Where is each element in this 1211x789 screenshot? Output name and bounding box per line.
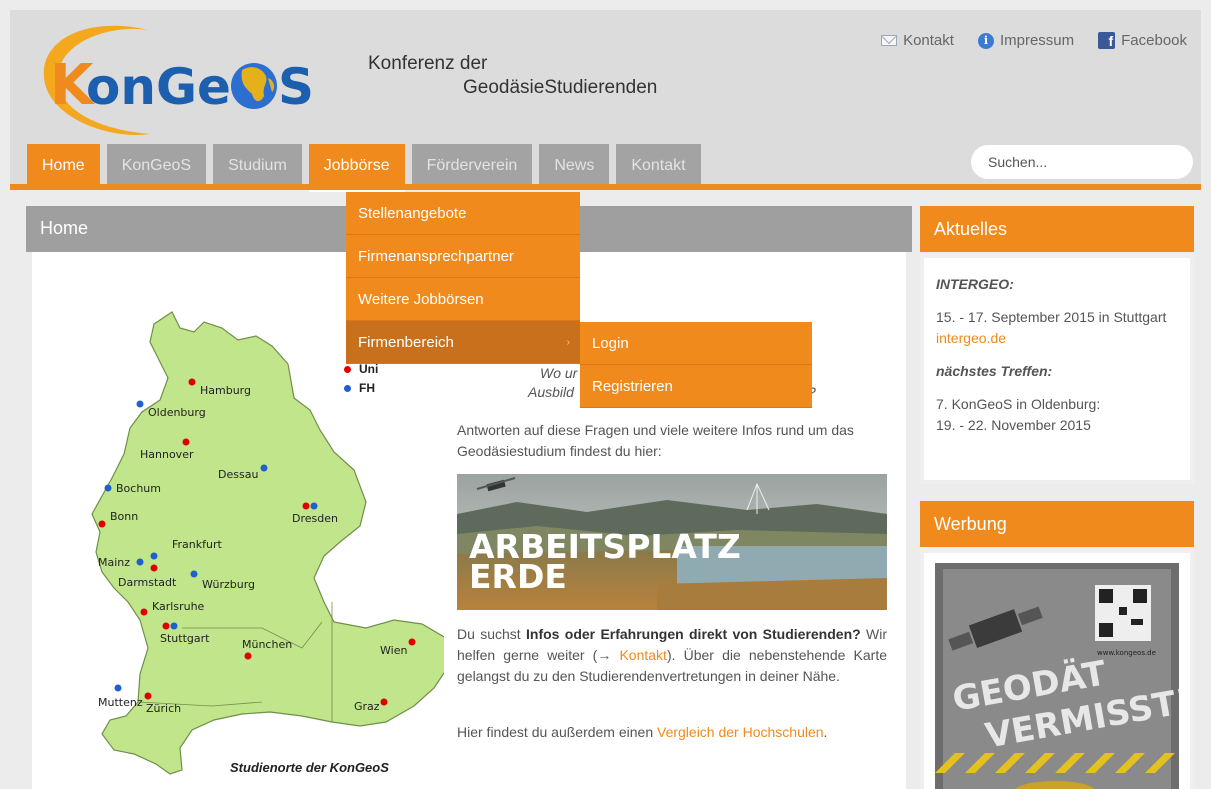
nav-item-news[interactable]: News bbox=[539, 144, 610, 188]
map-label-karlsruhe: Karlsruhe bbox=[152, 600, 205, 613]
nav-item-foerderverein[interactable]: Förderverein bbox=[411, 144, 533, 188]
intergeo-link[interactable]: intergeo.de bbox=[936, 328, 1178, 349]
map-dot-dresden-fh bbox=[310, 502, 318, 510]
map-dot-wien bbox=[408, 638, 416, 646]
map-label-wuerzburg: Würzburg bbox=[202, 578, 255, 591]
news-widget-title: Aktuelles bbox=[920, 206, 1194, 252]
dropdown-item-weitere-jobboersen[interactable]: Weitere Jobbörsen bbox=[346, 278, 580, 321]
ad-widget-title: Werbung bbox=[920, 501, 1194, 547]
map-dot-karlsruhe bbox=[140, 608, 148, 616]
contact-link[interactable]: Kontakt bbox=[619, 647, 666, 663]
map-label-dresden: Dresden bbox=[292, 512, 338, 525]
mail-icon bbox=[881, 35, 898, 46]
top-link-contact[interactable]: Kontakt bbox=[881, 32, 954, 49]
legend-fh: FH bbox=[344, 379, 378, 398]
map-dot-muttenz bbox=[114, 684, 122, 692]
map-dot-mainz bbox=[136, 558, 144, 566]
compare-text: Hier findest du außerdem einen Vergleich… bbox=[457, 724, 828, 740]
nav-item-studium[interactable]: Studium bbox=[213, 144, 302, 188]
dropdown-item-stellenangebote[interactable]: Stellenangebote bbox=[346, 192, 580, 235]
map-dot-bochum bbox=[104, 484, 112, 492]
dropdown-item-firmenbereich[interactable]: Firmenbereich › bbox=[346, 321, 580, 364]
map-label-bonn: Bonn bbox=[110, 510, 138, 523]
map-dot-hamburg bbox=[188, 378, 196, 386]
kongeos-logo[interactable]: K onGe S bbox=[30, 18, 330, 138]
top-link-facebook[interactable]: f Facebook bbox=[1098, 32, 1187, 49]
tagline: Konferenz der GeodäsieStudierenden bbox=[368, 52, 657, 100]
nav-item-home[interactable]: Home bbox=[27, 144, 100, 188]
map-legend: Uni FH bbox=[344, 360, 378, 398]
arbeitsplatz-erde-banner[interactable]: ARBEITSPLATZ ERDE bbox=[457, 474, 887, 610]
map-dot-bonn bbox=[98, 520, 106, 528]
geodaet-vermisst-ad[interactable]: www.kongeos.de GEODÄT VERMISST! bbox=[935, 563, 1179, 789]
map-label-hamburg: Hamburg bbox=[200, 384, 251, 397]
event-text-next-meeting-1: 7. KonGeoS in Oldenburg: bbox=[936, 396, 1101, 412]
top-links: Kontakt i Impressum f Facebook bbox=[881, 32, 1187, 49]
event-title-next-meeting: nächstes Treffen: bbox=[936, 363, 1053, 379]
event-title-intergeo: INTERGEO: bbox=[936, 276, 1014, 292]
map-label-dessau: Dessau bbox=[218, 468, 258, 481]
info-icon: i bbox=[977, 32, 994, 49]
map-dot-stuttgart-fh bbox=[170, 622, 178, 630]
dropdown-item-firmenbereich-label: Firmenbereich bbox=[358, 334, 454, 351]
ad-url: www.kongeos.de bbox=[1097, 649, 1156, 657]
search-input[interactable] bbox=[971, 145, 1193, 179]
nav-item-kongeos[interactable]: KonGeoS bbox=[106, 144, 207, 188]
map-dot-stuttgart-uni bbox=[162, 622, 170, 630]
map-dot-dresden-uni bbox=[302, 502, 310, 510]
top-link-facebook-label: Facebook bbox=[1121, 32, 1187, 49]
jobboerse-dropdown: Stellenangebote Firmenansprechpartner We… bbox=[346, 192, 580, 364]
map-label-wien: Wien bbox=[380, 644, 407, 657]
nav-underline bbox=[10, 184, 1201, 190]
map-dot-oldenburg bbox=[136, 400, 144, 408]
map-label-mainz: Mainz bbox=[98, 556, 130, 569]
tagline-line-2: GeodäsieStudierenden bbox=[463, 77, 658, 98]
firmenbereich-submenu: Login Registrieren bbox=[580, 322, 812, 408]
tagline-line-1: Konferenz der bbox=[368, 53, 488, 74]
news-widget: INTERGEO: 15. - 17. September 2015 in St… bbox=[920, 254, 1194, 484]
map-label-darmstadt: Darmstadt bbox=[118, 576, 177, 589]
study-locations-map[interactable]: Hamburg Oldenburg Hannover Dessau Bochum… bbox=[62, 302, 444, 778]
map-label-bochum: Bochum bbox=[116, 482, 161, 495]
map-label-graz: Graz bbox=[354, 700, 380, 713]
description-text: Du suchst Infos oder Erfahrungen direkt … bbox=[457, 626, 887, 684]
map-label-hannover: Hannover bbox=[140, 448, 194, 461]
top-link-contact-label: Kontakt bbox=[903, 32, 954, 49]
event-text-next-meeting-2: 19. - 22. November 2015 bbox=[936, 417, 1091, 433]
map-dot-graz bbox=[380, 698, 388, 706]
svg-text:onGe: onGe bbox=[86, 58, 231, 116]
map-label-muenchen: München bbox=[242, 638, 292, 651]
map-dot-zuerich bbox=[144, 692, 152, 700]
top-link-imprint-label: Impressum bbox=[999, 32, 1075, 49]
svg-text:S: S bbox=[278, 58, 314, 116]
map-dot-darmstadt bbox=[150, 564, 158, 572]
map-dot-hannover bbox=[182, 438, 190, 446]
map-label-frankfurt: Frankfurt bbox=[172, 538, 222, 551]
map-label-muttenz: Muttenz bbox=[98, 696, 143, 709]
banner-line-2: ERDE bbox=[469, 557, 567, 596]
legend-fh-label: FH bbox=[359, 381, 375, 395]
map-label-stuttgart: Stuttgart bbox=[160, 632, 210, 645]
map-label-oldenburg: Oldenburg bbox=[148, 406, 206, 419]
map-dot-frankfurt bbox=[150, 552, 158, 560]
map-label-zuerich: Zürich bbox=[146, 702, 181, 715]
map-dot-dessau bbox=[260, 464, 268, 472]
map-dot-muenchen bbox=[244, 652, 252, 660]
map-land bbox=[91, 311, 444, 775]
submenu-item-registrieren[interactable]: Registrieren bbox=[580, 365, 812, 408]
compare-universities-link[interactable]: Vergleich der Hochschulen bbox=[657, 724, 824, 740]
submenu-item-login[interactable]: Login bbox=[580, 322, 812, 365]
legend-uni-label: Uni bbox=[359, 362, 379, 376]
nav-item-kontakt[interactable]: Kontakt bbox=[616, 144, 701, 188]
top-link-imprint[interactable]: i Impressum bbox=[977, 32, 1075, 49]
map-dot-wuerzburg bbox=[190, 570, 198, 578]
facebook-icon: f bbox=[1098, 32, 1116, 49]
description-bold: Infos oder Erfahrungen direkt von Studie… bbox=[526, 626, 861, 642]
map-caption: Studienorte der KonGeoS bbox=[230, 760, 389, 775]
intro-text: Antworten auf diese Fragen und viele wei… bbox=[457, 422, 854, 459]
dropdown-item-firmenansprechpartner[interactable]: Firmenansprechpartner bbox=[346, 235, 580, 278]
chevron-right-icon: › bbox=[566, 337, 570, 348]
ad-widget: www.kongeos.de GEODÄT VERMISST! bbox=[920, 549, 1194, 789]
event-text-intergeo: 15. - 17. September 2015 in Stuttgart bbox=[936, 309, 1167, 325]
